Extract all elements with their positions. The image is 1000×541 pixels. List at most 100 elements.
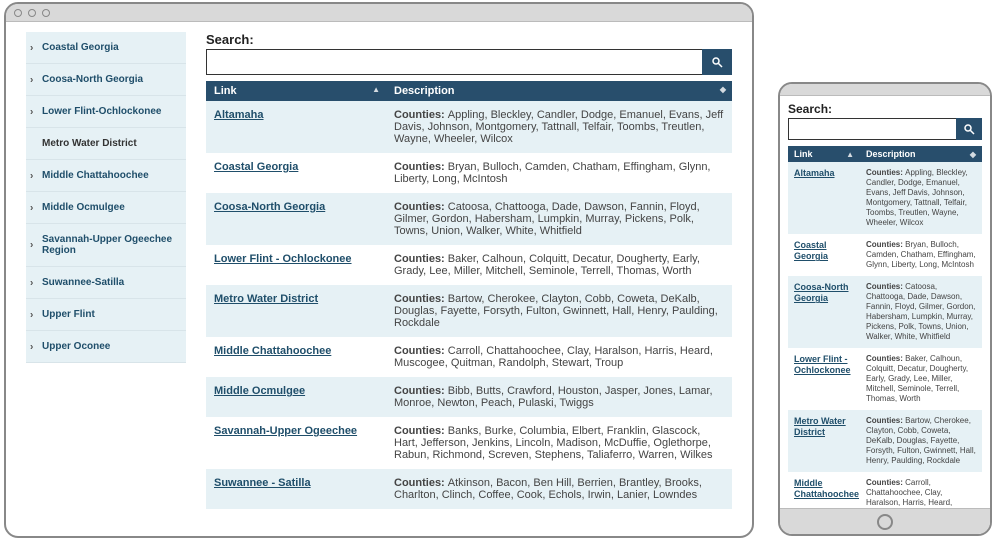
sidebar-item-label: Suwannee-Satilla (42, 277, 124, 288)
region-link[interactable]: Coastal Georgia (794, 240, 828, 261)
desktop-titlebar (6, 4, 752, 22)
sidebar-item-label: Upper Oconee (42, 341, 110, 352)
window-dot (14, 9, 22, 17)
search-icon (963, 123, 975, 135)
region-link[interactable]: Suwannee - Satilla (214, 477, 311, 489)
table-row: Coosa-North Georgia Counties: Catoosa, Ch… (788, 276, 982, 348)
sidebar-item-label: Metro Water District (42, 138, 137, 149)
search-button[interactable] (702, 49, 732, 75)
table-row: Coosa-North Georgia Counties: Catoosa, Ch… (206, 193, 732, 245)
sidebar-item-label: Upper Flint (42, 309, 95, 320)
sort-icon: ▲ (372, 85, 380, 94)
table-row: Lower Flint - Ochlockonee Counties: Baker… (788, 348, 982, 410)
region-description: Counties: Banks, Burke, Columbia, Elbert… (386, 417, 732, 469)
region-description: Counties: Catoosa, Chattooga, Dade, Daws… (386, 193, 732, 245)
chevron-right-icon: › (30, 74, 33, 85)
region-link[interactable]: Coosa-North Georgia (214, 201, 325, 213)
region-link[interactable]: Lower Flint - Ochlockonee (214, 253, 352, 265)
mobile-statusbar (780, 84, 990, 96)
region-description: Counties: Carroll, Chattahoochee, Clay, … (386, 337, 732, 377)
table-row: Altamaha Counties: Appling, Bleckley, Can… (206, 101, 732, 153)
table-row: Metro Water District Counties: Bartow, Ch… (788, 410, 982, 472)
table-row: Suwannee - Satilla Counties: Atkinson, Ba… (206, 469, 732, 509)
search-label: Search: (788, 102, 982, 116)
region-description: Counties: Bartow, Cherokee, Clayton, Cob… (860, 410, 982, 472)
region-link[interactable]: Coastal Georgia (214, 161, 298, 173)
search-label: Search: (206, 32, 732, 47)
sidebar-item[interactable]: › Coosa-North Georgia (26, 64, 186, 96)
region-link[interactable]: Metro Water District (794, 416, 846, 437)
chevron-right-icon: › (30, 309, 33, 320)
sidebar-item[interactable]: Metro Water District (26, 128, 186, 160)
search-input[interactable] (788, 118, 956, 140)
region-link[interactable]: Savannah-Upper Ogeechee (214, 425, 357, 437)
sidebar-item[interactable]: › Savannah-Upper Ogeechee Region (26, 224, 186, 267)
region-description: Counties: Baker, Calhoun, Colquitt, Deca… (386, 245, 732, 285)
region-description: Counties: Bryan, Bulloch, Camden, Chatha… (386, 153, 732, 193)
column-header-description[interactable]: Description◆ (860, 146, 982, 162)
region-link[interactable]: Lower Flint - Ochlockonee (794, 354, 851, 375)
region-link[interactable]: Metro Water District (214, 293, 318, 305)
region-description: Counties: Bartow, Cherokee, Clayton, Cob… (386, 285, 732, 337)
table-row: Coastal Georgia Counties: Bryan, Bulloch,… (788, 234, 982, 276)
sidebar: › Coastal Georgia › Coosa-North Georgia › Low… (26, 32, 186, 526)
window-dot (28, 9, 36, 17)
window-dot (42, 9, 50, 17)
data-table: Link▲ Description◆ Altamaha Counties: App… (206, 81, 732, 509)
sidebar-item[interactable]: › Coastal Georgia (26, 32, 186, 64)
region-description: Counties: Baker, Calhoun, Colquitt, Deca… (860, 348, 982, 410)
chevron-right-icon: › (30, 341, 33, 352)
sidebar-item-label: Lower Flint-Ochlockonee (42, 106, 161, 117)
home-button[interactable] (877, 514, 893, 530)
region-link[interactable]: Middle Ocmulgee (214, 385, 305, 397)
sidebar-item-label: Middle Chattahoochee (42, 170, 149, 181)
sidebar-item[interactable]: › Suwannee-Satilla (26, 267, 186, 299)
chevron-right-icon: › (30, 202, 33, 213)
chevron-right-icon: › (30, 106, 33, 117)
sidebar-item[interactable]: › Middle Chattahoochee (26, 160, 186, 192)
main-content: Search: Link▲ Description◆ Altamaha Count… (186, 32, 732, 526)
chevron-right-icon: › (30, 240, 33, 251)
region-description: Counties: Catoosa, Chattooga, Dade, Daws… (860, 276, 982, 348)
sidebar-item[interactable]: › Upper Oconee (26, 331, 186, 363)
column-header-link[interactable]: Link▲ (206, 81, 386, 101)
sidebar-item-label: Savannah-Upper Ogeechee Region (42, 234, 172, 256)
column-header-link[interactable]: Link▲ (788, 146, 860, 162)
region-link[interactable]: Middle Chattahoochee (214, 345, 331, 357)
search-input[interactable] (206, 49, 702, 75)
sort-icon: ▲ (846, 150, 854, 159)
region-description: Counties: Appling, Bleckley, Candler, Do… (386, 101, 732, 153)
search-icon (711, 56, 723, 68)
region-link[interactable]: Middle Chattahoochee (794, 478, 859, 499)
table-row: Middle Ocmulgee Counties: Bibb, Butts, Cr… (206, 377, 732, 417)
mobile-navbar (780, 508, 990, 534)
sidebar-item-label: Middle Ocmulgee (42, 202, 125, 213)
region-description: Counties: Atkinson, Bacon, Ben Hill, Ber… (386, 469, 732, 509)
table-row: Savannah-Upper Ogeechee Counties: Banks, … (206, 417, 732, 469)
region-link[interactable]: Altamaha (794, 168, 835, 178)
mobile-frame: Search: Link▲ Description◆ AltamahaCount… (778, 82, 992, 536)
table-row: Middle Chattahoochee Counties: Carroll, C… (206, 337, 732, 377)
sort-icon: ◆ (970, 150, 976, 159)
search-button[interactable] (956, 118, 982, 140)
sidebar-item-label: Coosa-North Georgia (42, 74, 143, 85)
table-row: Coastal Georgia Counties: Bryan, Bulloch,… (206, 153, 732, 193)
region-link[interactable]: Altamaha (214, 109, 264, 121)
region-link[interactable]: Coosa-North Georgia (794, 282, 849, 303)
sidebar-item[interactable]: › Middle Ocmulgee (26, 192, 186, 224)
sidebar-item-label: Coastal Georgia (42, 42, 119, 53)
chevron-right-icon: › (30, 277, 33, 288)
sidebar-item[interactable]: › Upper Flint (26, 299, 186, 331)
chevron-right-icon: › (30, 170, 33, 181)
mobile-content: Search: Link▲ Description◆ AltamahaCount… (780, 96, 990, 534)
column-header-description[interactable]: Description◆ (386, 81, 732, 101)
table-row: Metro Water District Counties: Bartow, Ch… (206, 285, 732, 337)
chevron-right-icon: › (30, 42, 33, 53)
table-row: Lower Flint - Ochlockonee Counties: Baker… (206, 245, 732, 285)
region-description: Counties: Bibb, Butts, Crawford, Houston… (386, 377, 732, 417)
sidebar-item[interactable]: › Lower Flint-Ochlockonee (26, 96, 186, 128)
desktop-frame: › Coastal Georgia › Coosa-North Georgia › Low… (4, 2, 754, 538)
table-row: AltamahaCounties: Appling, Bleckley, Can… (788, 162, 982, 234)
data-table: Link▲ Description◆ AltamahaCounties: App… (788, 146, 982, 534)
region-description: Counties: Bryan, Bulloch, Camden, Chatha… (860, 234, 982, 276)
